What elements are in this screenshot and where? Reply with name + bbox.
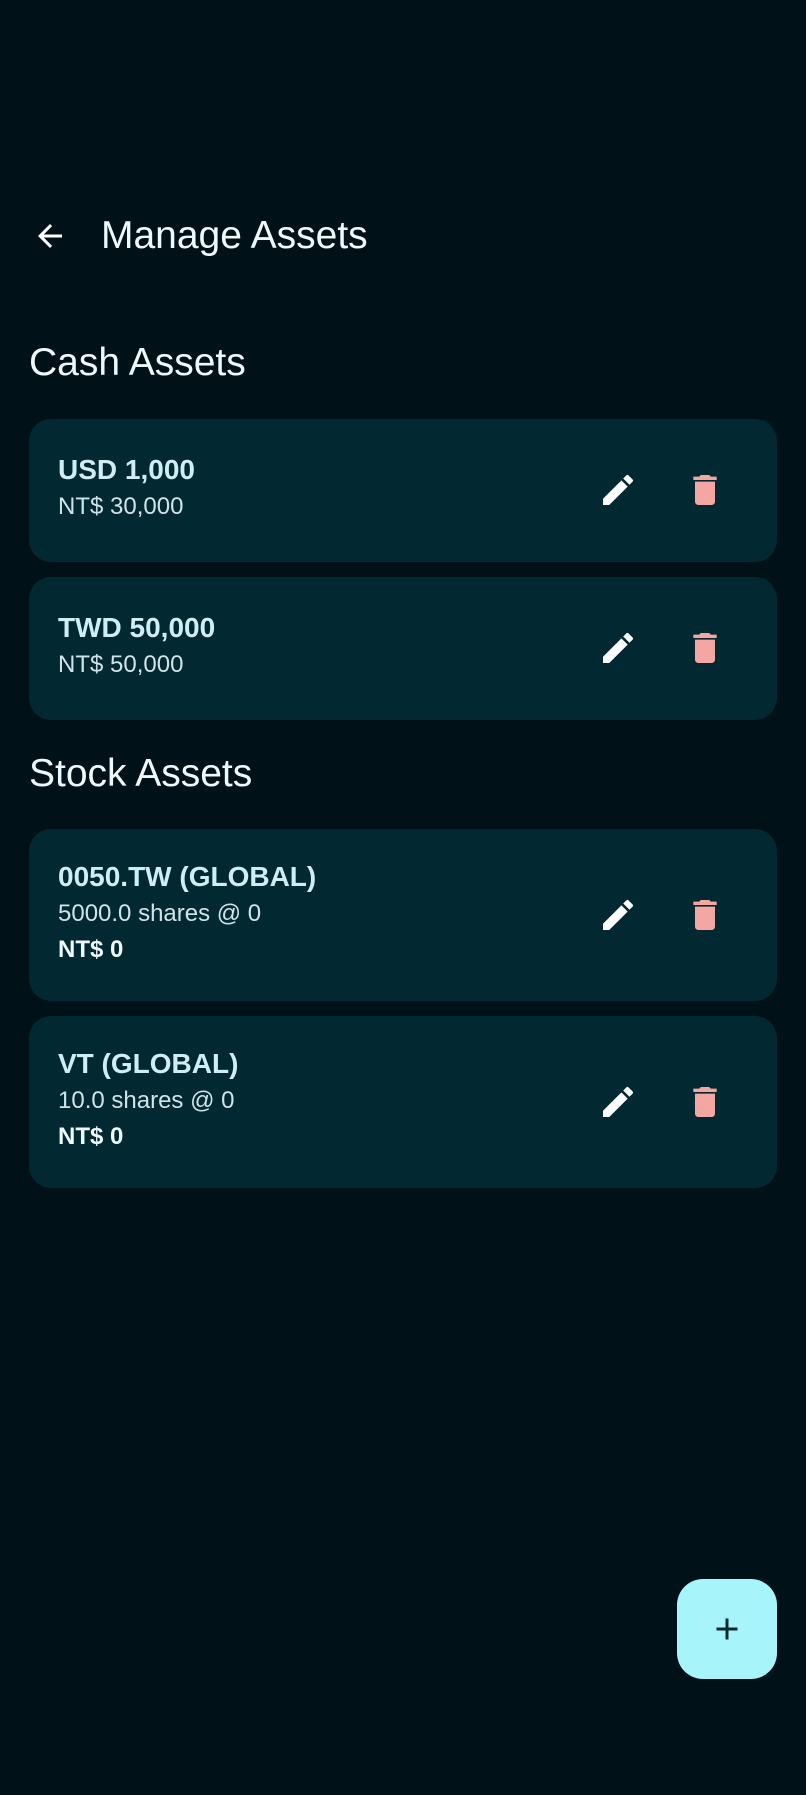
top-app-bar: Manage Assets xyxy=(0,196,806,280)
cash-asset-card: TWD 50,000 NT$ 50,000 xyxy=(29,577,777,720)
asset-value: NT$ 0 xyxy=(58,936,124,963)
trash-icon xyxy=(693,900,717,930)
edit-button[interactable] xyxy=(590,462,646,518)
delete-button[interactable] xyxy=(677,620,733,676)
delete-button[interactable] xyxy=(677,887,733,943)
asset-name: 0050.TW (GLOBAL) xyxy=(58,861,317,892)
pencil-icon xyxy=(603,474,634,505)
arrow-left-icon xyxy=(38,224,62,248)
cash-assets-heading: Cash Assets xyxy=(29,341,246,384)
plus-icon xyxy=(716,1618,738,1640)
edit-button[interactable] xyxy=(590,620,646,676)
delete-button[interactable] xyxy=(677,1074,733,1130)
stock-assets-heading: Stock Assets xyxy=(29,752,253,795)
trash-icon xyxy=(693,475,717,505)
edit-button[interactable] xyxy=(590,887,646,943)
stock-asset-card: VT (GLOBAL) 10.0 shares @ 0 NT$ 0 xyxy=(29,1016,777,1188)
asset-shares: 10.0 shares @ 0 xyxy=(58,1087,235,1114)
pencil-icon xyxy=(603,899,634,930)
edit-button[interactable] xyxy=(590,1074,646,1130)
pencil-icon xyxy=(603,1086,634,1117)
stock-asset-card: 0050.TW (GLOBAL) 5000.0 shares @ 0 NT$ 0 xyxy=(29,829,777,1001)
asset-name: TWD 50,000 xyxy=(58,612,216,643)
cash-asset-card: USD 1,000 NT$ 30,000 xyxy=(29,419,777,562)
asset-value: NT$ 0 xyxy=(58,1123,124,1150)
add-asset-button[interactable] xyxy=(677,1579,777,1679)
delete-button[interactable] xyxy=(677,462,733,518)
asset-shares: 5000.0 shares @ 0 xyxy=(58,900,262,927)
trash-icon xyxy=(693,1087,717,1117)
asset-converted-value: NT$ 50,000 xyxy=(58,651,184,678)
page-title: Manage Assets xyxy=(101,214,368,257)
back-button[interactable] xyxy=(22,208,78,264)
pencil-icon xyxy=(603,632,634,663)
trash-icon xyxy=(693,633,717,663)
asset-name: USD 1,000 xyxy=(58,454,195,485)
asset-name: VT (GLOBAL) xyxy=(58,1048,239,1079)
asset-converted-value: NT$ 30,000 xyxy=(58,493,184,520)
